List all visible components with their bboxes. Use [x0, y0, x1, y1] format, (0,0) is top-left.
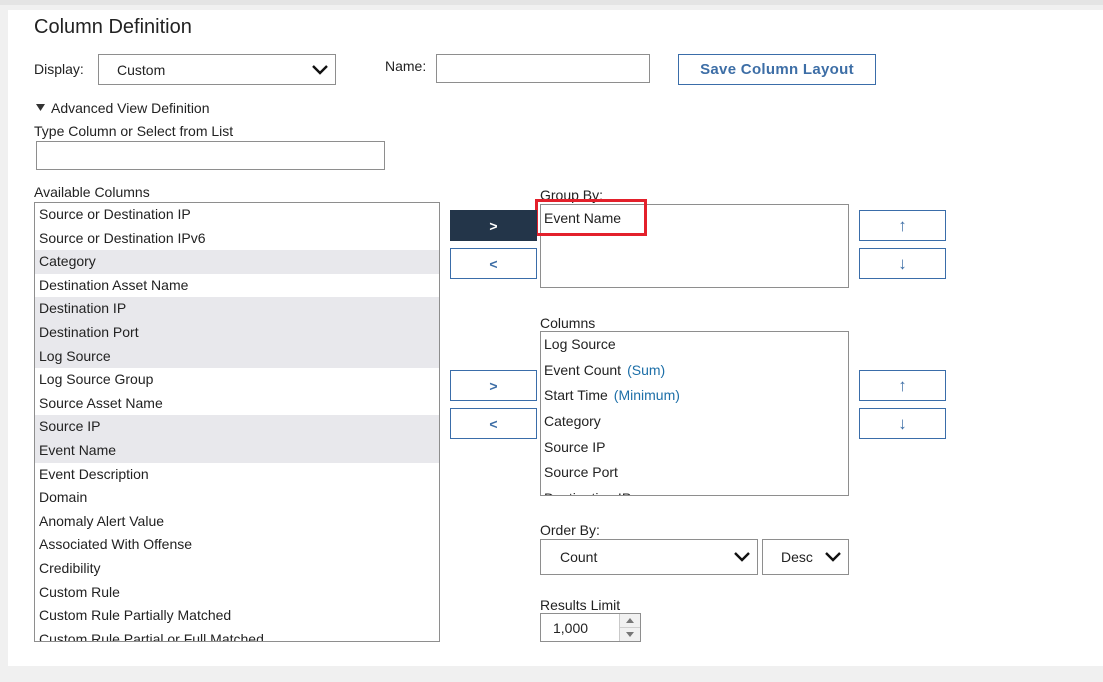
order-by-field-value: Count	[560, 549, 598, 565]
list-item[interactable]: Associated With Offense	[35, 533, 439, 557]
triangle-down-icon	[36, 104, 45, 111]
display-select[interactable]: Custom	[98, 54, 336, 85]
spin-up-icon[interactable]	[620, 614, 640, 628]
page-title: Column Definition	[34, 16, 192, 38]
arrow-up-icon: ↑	[898, 215, 907, 235]
order-by-field-select[interactable]: Count	[540, 539, 758, 575]
columns-label: Columns	[540, 315, 596, 331]
list-item[interactable]: Event Name	[35, 438, 439, 463]
list-item[interactable]: Source IP	[35, 415, 439, 439]
list-item[interactable]: Source IP	[541, 435, 848, 461]
selection-highlight	[535, 199, 647, 236]
list-item[interactable]: Category	[541, 409, 848, 435]
list-item[interactable]: Anomaly Alert Value	[35, 510, 439, 534]
arrow-up-icon: ↑	[898, 375, 907, 395]
results-limit-label: Results Limit	[540, 597, 621, 613]
list-item[interactable]: Start Time (Minimum)	[541, 383, 848, 409]
results-limit-value: 1,000	[553, 620, 589, 636]
column-label: Source IP	[544, 438, 606, 455]
chevron-down-icon	[825, 552, 841, 562]
add-group-by-button[interactable]: >	[450, 210, 537, 241]
column-move-up-button[interactable]: ↑	[859, 370, 946, 401]
column-label: Category	[544, 413, 601, 430]
arrow-down-icon: ↓	[898, 413, 907, 433]
column-label: Destination IP	[544, 490, 631, 495]
add-column-button[interactable]: >	[450, 370, 537, 401]
list-item[interactable]: Destination Port	[35, 320, 439, 345]
column-label: Log Source	[544, 336, 616, 352]
column-label: Source Port	[544, 464, 618, 481]
list-item[interactable]: Custom Rule Partial or Full Matched	[35, 628, 439, 641]
list-item[interactable]: Destination IP	[35, 297, 439, 321]
list-item[interactable]: Source Asset Name	[35, 392, 439, 416]
spin-down-icon[interactable]	[620, 628, 640, 641]
list-item[interactable]: Credibility	[35, 557, 439, 581]
save-column-layout-button[interactable]: Save Column Layout	[678, 54, 876, 85]
list-item[interactable]: Custom Rule Partially Matched	[35, 604, 439, 628]
list-item[interactable]: Destination Asset Name	[35, 274, 439, 298]
advanced-view-toggle[interactable]: Advanced View Definition	[36, 100, 210, 116]
list-item[interactable]: Source or Destination IPv6	[35, 227, 439, 251]
remove-column-button[interactable]: <	[450, 408, 537, 439]
columns-list[interactable]: Log Source Event Count (Sum) Start Time (Min…	[540, 331, 849, 496]
order-by-direction-select[interactable]: Desc	[762, 539, 849, 575]
name-label: Name:	[385, 58, 427, 74]
name-input[interactable]	[436, 54, 650, 83]
list-item[interactable]: Log Source Group	[35, 368, 439, 392]
column-label: Start Time	[544, 387, 608, 404]
list-item[interactable]: Source Port	[541, 460, 848, 486]
list-item[interactable]: Category	[35, 250, 439, 274]
group-by-move-up-button[interactable]: ↑	[859, 210, 946, 241]
top-border	[0, 0, 1103, 5]
list-item[interactable]: Domain	[35, 486, 439, 510]
order-by-direction-value: Desc	[781, 549, 813, 565]
list-item[interactable]: Custom Rule	[35, 581, 439, 605]
list-item[interactable]: Log Source	[35, 344, 439, 369]
results-limit-stepper[interactable]: 1,000	[540, 613, 641, 642]
aggregate-label: (Sum)	[627, 361, 666, 378]
list-item[interactable]: Source or Destination IP	[35, 203, 439, 227]
column-move-down-button[interactable]: ↓	[859, 408, 946, 439]
group-by-move-down-button[interactable]: ↓	[859, 248, 946, 279]
column-label: Event Count	[544, 361, 622, 378]
available-columns-label: Available Columns	[34, 184, 150, 200]
advanced-view-label: Advanced View Definition	[51, 100, 210, 116]
available-columns-list[interactable]: Source or Destination IP Source or Destin…	[34, 202, 440, 642]
arrow-down-icon: ↓	[898, 253, 907, 273]
aggregate-label: (Minimum)	[613, 387, 680, 404]
type-column-input[interactable]	[36, 141, 385, 170]
chevron-down-icon	[734, 552, 750, 562]
order-by-label: Order By:	[540, 522, 600, 538]
display-value: Custom	[117, 61, 166, 78]
type-column-label: Type Column or Select from List	[34, 123, 234, 139]
remove-group-by-button[interactable]: <	[450, 248, 537, 279]
list-item[interactable]: Event Count (Sum)	[541, 358, 848, 384]
display-label: Display:	[34, 61, 84, 77]
list-item[interactable]: Log Source	[541, 332, 848, 358]
list-item[interactable]: Destination IP	[541, 486, 848, 495]
chevron-down-icon	[312, 64, 328, 75]
list-item[interactable]: Event Description	[35, 463, 439, 487]
